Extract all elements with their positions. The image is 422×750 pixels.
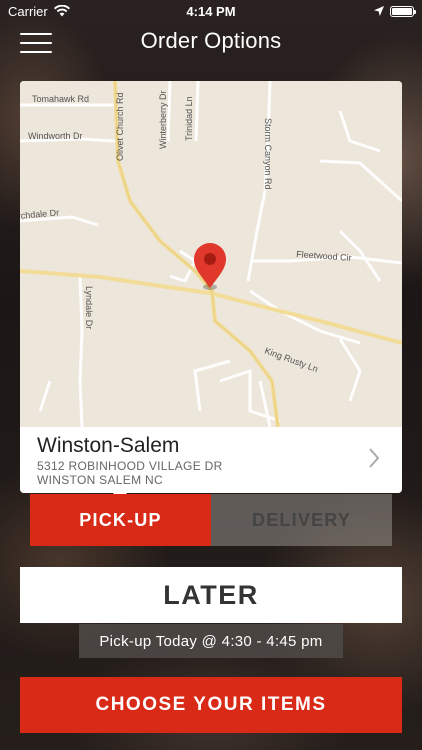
- store-address-line2: WINSTON SALEM NC: [37, 473, 163, 487]
- carrier-label: Carrier: [8, 3, 48, 19]
- tab-delivery[interactable]: DELIVERY: [211, 494, 392, 546]
- navigation-bar: Order Options: [0, 22, 422, 62]
- choose-items-button[interactable]: CHOOSE YOUR ITEMS: [20, 677, 402, 733]
- order-type-tabs: PICK-UP DELIVERY: [30, 494, 392, 546]
- map-view[interactable]: Tomahawk Rd Windworth Dr Olivet Church R…: [20, 81, 402, 427]
- store-location-row[interactable]: Winston-Salem 5312 ROBINHOOD VILLAGE DR …: [20, 427, 402, 493]
- store-map-card: Tomahawk Rd Windworth Dr Olivet Church R…: [20, 81, 402, 493]
- store-address-line1: 5312 ROBINHOOD VILLAGE DR: [37, 459, 223, 473]
- wifi-icon: [53, 5, 70, 17]
- road-label: Lyndale Dr: [84, 286, 94, 329]
- chevron-right-icon: [369, 448, 380, 468]
- later-button[interactable]: LATER: [20, 567, 402, 623]
- road-label: Trinidad Ln: [184, 96, 194, 141]
- location-arrow-icon: [374, 6, 384, 16]
- tab-pickup[interactable]: PICK-UP: [30, 494, 211, 546]
- road-label: Winterberry Dr: [158, 90, 168, 149]
- road-label: Tomahawk Rd: [32, 94, 89, 104]
- status-bar: Carrier 4:14 PM: [0, 0, 422, 22]
- battery-fill: [392, 7, 412, 15]
- road-label: Storm Canyon Rd: [263, 118, 273, 190]
- status-right: [374, 5, 416, 17]
- road-label: Windworth Dr: [28, 131, 83, 141]
- store-name: Winston-Salem: [37, 434, 180, 457]
- map-graphic: Tomahawk Rd Windworth Dr Olivet Church R…: [20, 81, 402, 427]
- road-label: Olivet Church Rd: [115, 92, 125, 161]
- pickup-time-label: Pick-up Today @ 4:30 - 4:45 pm: [79, 624, 343, 658]
- page-title: Order Options: [140, 28, 282, 53]
- battery-icon: [390, 5, 416, 17]
- status-left: Carrier: [8, 4, 70, 19]
